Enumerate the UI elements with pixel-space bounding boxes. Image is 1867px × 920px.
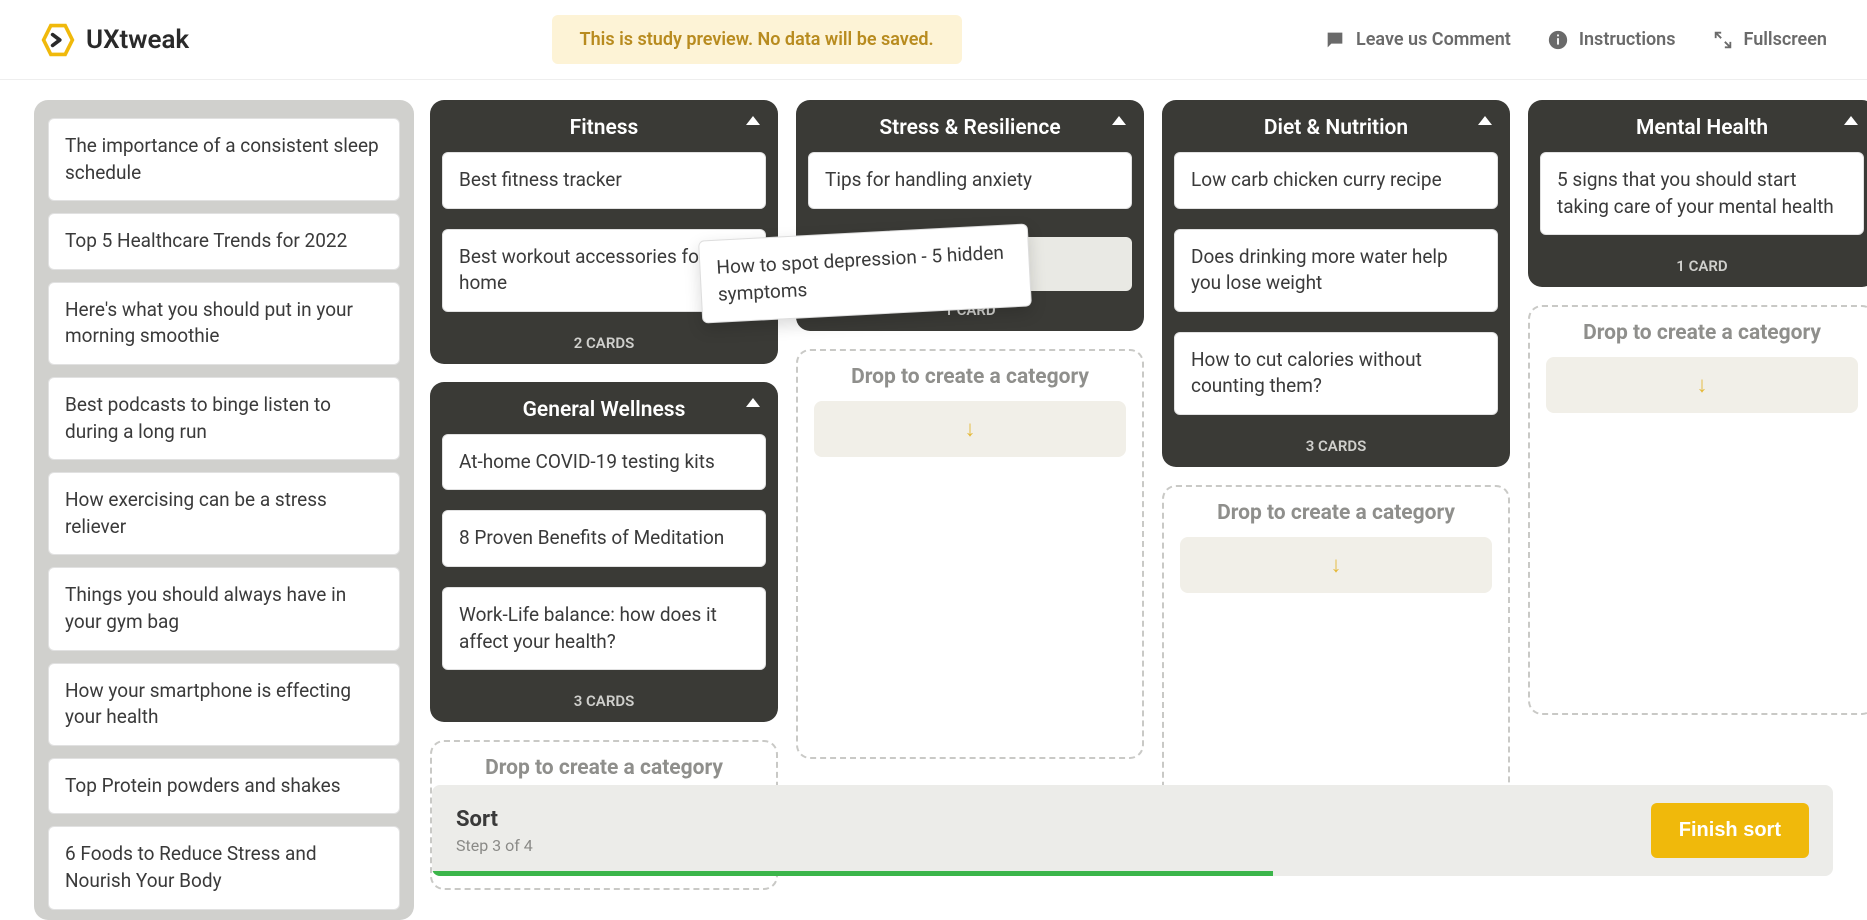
unsorted-card[interactable]: Top Protein powders and shakes: [48, 758, 400, 815]
category-header: Fitness: [442, 110, 766, 152]
collapse-icon[interactable]: [1112, 116, 1126, 125]
progress-bar: [432, 871, 1273, 876]
category-cards: At-home COVID-19 testing kits 8 Proven Be…: [442, 434, 766, 682]
category[interactable]: FitnessBest fitness trackerBest workout …: [430, 100, 778, 364]
unsorted-card[interactable]: How exercising can be a stress reliever: [48, 472, 400, 555]
unsorted-card[interactable]: Here's what you should put in your morni…: [48, 282, 400, 365]
category[interactable]: Diet & NutritionLow carb chicken curry r…: [1162, 100, 1510, 467]
fullscreen-button[interactable]: Fullscreen: [1712, 29, 1827, 51]
category-card[interactable]: Best fitness tracker: [442, 152, 766, 209]
task-title: Sort: [456, 807, 533, 832]
category[interactable]: General WellnessAt-home COVID-19 testing…: [430, 382, 778, 722]
category-card[interactable]: Does drinking more water help you lose w…: [1174, 229, 1498, 312]
category-count: 2 CARDS: [442, 324, 766, 364]
dragging-card[interactable]: How to spot depression - 5 hidden sympto…: [698, 223, 1032, 323]
column: Stress & ResilienceTips for handling anx…: [796, 100, 1144, 759]
unsorted-card[interactable]: 6 Foods to Reduce Stress and Nourish You…: [48, 826, 400, 909]
instructions-button[interactable]: Instructions: [1547, 29, 1676, 51]
column: Diet & NutritionLow carb chicken curry r…: [1162, 100, 1510, 815]
dropzone-label: Drop to create a category: [448, 756, 760, 780]
create-category-dropzone[interactable]: Drop to create a category ↓: [1162, 485, 1510, 815]
category[interactable]: Mental Health5 signs that you should sta…: [1528, 100, 1867, 287]
logo[interactable]: UXtweak: [40, 22, 189, 58]
unsorted-card[interactable]: Best podcasts to binge listen to during …: [48, 377, 400, 460]
dropzone-label: Drop to create a category: [1180, 501, 1492, 525]
collapse-icon[interactable]: [1844, 116, 1858, 125]
preview-banner: This is study preview. No data will be s…: [552, 15, 962, 64]
category-header: Mental Health: [1540, 110, 1864, 152]
bottom-info: Sort Step 3 of 4: [456, 807, 533, 855]
category-card[interactable]: Work-Life balance: how does it affect yo…: [442, 587, 766, 670]
logo-icon: [40, 22, 76, 58]
dropzone-target[interactable]: ↓: [1180, 537, 1492, 593]
category-card[interactable]: 5 signs that you should start taking car…: [1540, 152, 1864, 235]
workspace: The importance of a consistent sleep sch…: [0, 80, 1867, 896]
collapse-icon[interactable]: [746, 116, 760, 125]
topbar: UXtweak This is study preview. No data w…: [0, 0, 1867, 80]
comment-icon: [1324, 29, 1346, 51]
category-count: 3 CARDS: [1174, 427, 1498, 467]
category-cards: Low carb chicken curry recipe Does drinki…: [1174, 152, 1498, 427]
top-actions: Leave us Comment Instructions Fullscreen: [1324, 29, 1827, 51]
leave-comment-label: Leave us Comment: [1356, 29, 1511, 50]
instructions-label: Instructions: [1579, 29, 1676, 50]
bottom-bar: Sort Step 3 of 4 Finish sort: [432, 785, 1833, 876]
unsorted-card[interactable]: How your smartphone is effecting your he…: [48, 663, 400, 746]
dropzone-target[interactable]: ↓: [1546, 357, 1858, 413]
brand-name: UXtweak: [86, 25, 189, 55]
leave-comment-button[interactable]: Leave us Comment: [1324, 29, 1511, 51]
create-category-dropzone[interactable]: Drop to create a category ↓: [1528, 305, 1867, 715]
category-card[interactable]: 8 Proven Benefits of Meditation: [442, 510, 766, 567]
category-columns: FitnessBest fitness trackerBest workout …: [430, 100, 1867, 890]
column: Mental Health5 signs that you should sta…: [1528, 100, 1867, 715]
category-count: 1 CARD: [1540, 247, 1864, 287]
dropzone-label: Drop to create a category: [814, 365, 1126, 389]
fullscreen-label: Fullscreen: [1744, 29, 1827, 50]
category-card[interactable]: Low carb chicken curry recipe: [1174, 152, 1498, 209]
unsorted-card[interactable]: Things you should always have in your gy…: [48, 567, 400, 650]
category-count: 3 CARDS: [442, 682, 766, 722]
category-card[interactable]: Tips for handling anxiety: [808, 152, 1132, 209]
arrow-down-icon: ↓: [1331, 552, 1342, 578]
info-icon: [1547, 29, 1569, 51]
unsorted-card[interactable]: Top 5 Healthcare Trends for 2022: [48, 213, 400, 270]
step-indicator: Step 3 of 4: [456, 836, 533, 855]
unsorted-card[interactable]: The importance of a consistent sleep sch…: [48, 118, 400, 201]
column: FitnessBest fitness trackerBest workout …: [430, 100, 778, 890]
fullscreen-icon: [1712, 29, 1734, 51]
category-card[interactable]: How to cut calories without counting the…: [1174, 332, 1498, 415]
arrow-down-icon: ↓: [1697, 372, 1708, 398]
category-header: Diet & Nutrition: [1174, 110, 1498, 152]
category-header: General Wellness: [442, 392, 766, 434]
dropzone-target[interactable]: ↓: [814, 401, 1126, 457]
arrow-down-icon: ↓: [965, 416, 976, 442]
dropzone-label: Drop to create a category: [1546, 321, 1858, 345]
category-cards: 5 signs that you should start taking car…: [1540, 152, 1864, 247]
create-category-dropzone[interactable]: Drop to create a category ↓: [796, 349, 1144, 759]
finish-sort-button[interactable]: Finish sort: [1651, 803, 1809, 858]
collapse-icon[interactable]: [746, 398, 760, 407]
category-header: Stress & Resilience: [808, 110, 1132, 152]
category-card[interactable]: At-home COVID-19 testing kits: [442, 434, 766, 491]
collapse-icon[interactable]: [1478, 116, 1492, 125]
unsorted-cards-panel[interactable]: The importance of a consistent sleep sch…: [34, 100, 414, 920]
